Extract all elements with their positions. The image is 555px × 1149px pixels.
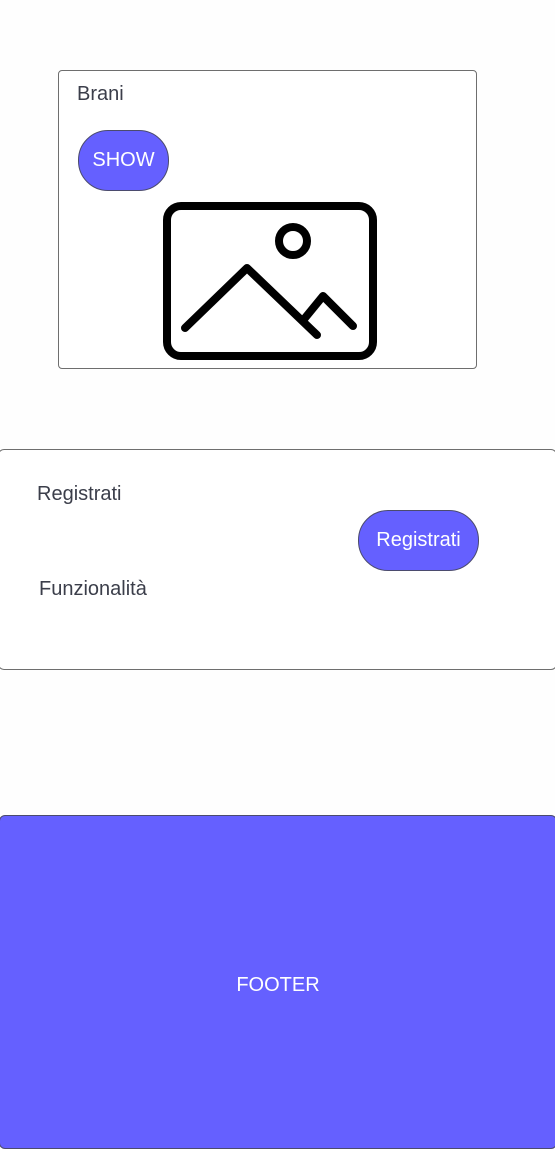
brani-title: Brani (77, 83, 124, 105)
brani-card: Brani SHOW (58, 70, 477, 369)
funzionalita-label: Funzionalità (39, 578, 147, 600)
image-placeholder-icon (163, 202, 377, 360)
footer: FOOTER (0, 815, 555, 1149)
footer-label: FOOTER (236, 973, 320, 996)
registrati-card: Registrati Registrati Funzionalità (0, 449, 555, 670)
registrati-button[interactable]: Registrati (358, 510, 479, 571)
show-button[interactable]: SHOW (78, 130, 169, 191)
registrati-title: Registrati (37, 483, 122, 505)
